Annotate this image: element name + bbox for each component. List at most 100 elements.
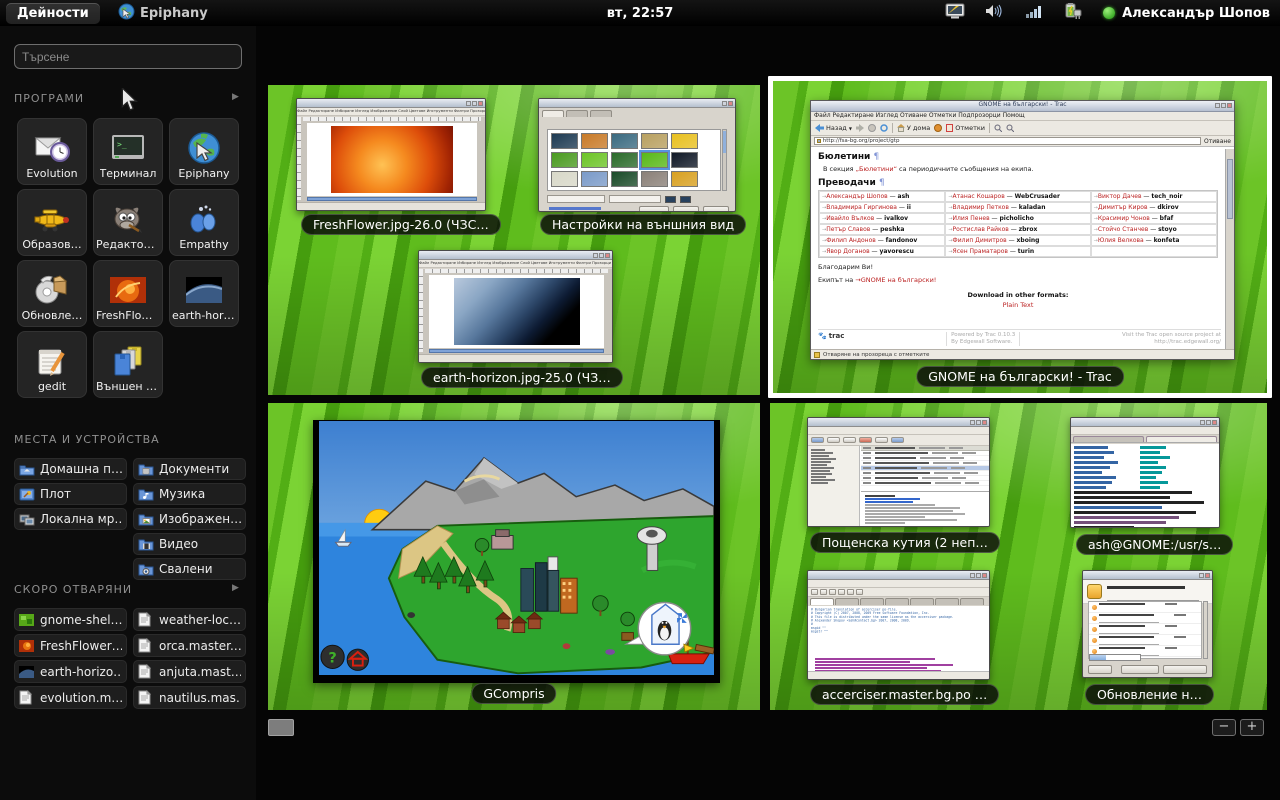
- place-item[interactable]: Свалени: [133, 558, 246, 580]
- help-button[interactable]: [1088, 665, 1112, 674]
- update-row[interactable]: [1089, 624, 1201, 635]
- install-updates-button[interactable]: [1163, 665, 1207, 674]
- updates-list[interactable]: [1088, 601, 1202, 659]
- wallpaper-thumbnail[interactable]: [611, 133, 638, 149]
- translator-name-link[interactable]: Владимир Петков: [953, 204, 1009, 211]
- place-item[interactable]: Изображен…: [133, 508, 246, 530]
- recent-item[interactable]: orca.master.…: [133, 634, 246, 657]
- wallpaper-thumbnail[interactable]: [551, 190, 578, 191]
- update-row[interactable]: [1089, 613, 1201, 624]
- home-button[interactable]: У дома: [897, 124, 930, 132]
- window-evolution-inbox[interactable]: [807, 417, 990, 527]
- workspace-2-active[interactable]: GNOME на български! - Trac Файл Редактир…: [768, 76, 1272, 398]
- translator-name-link[interactable]: Виктор Дачев: [1098, 193, 1142, 200]
- window-label-earth-horizon[interactable]: earth-horizon.jpg-25.0 (ЧЗ…: [421, 367, 623, 388]
- translator-name-link[interactable]: Филип Андонов: [826, 237, 876, 244]
- wallpaper-thumbnail[interactable]: [671, 152, 698, 168]
- message-preview-pane[interactable]: [861, 491, 989, 526]
- recent-item[interactable]: evolution.m…: [14, 686, 127, 709]
- scrollbar[interactable]: [1203, 601, 1208, 659]
- translator-name-link[interactable]: Стойчо Станчев: [1098, 226, 1148, 233]
- back-button[interactable]: Назад▼: [815, 124, 852, 132]
- workspace-indicator[interactable]: [268, 719, 294, 736]
- edgewall-link[interactable]: http://trac.edgewall.org/: [1154, 339, 1221, 345]
- wallpaper-thumbnail[interactable]: [641, 152, 668, 168]
- translator-name-link[interactable]: Ясен Праматаров: [953, 248, 1008, 255]
- translator-name-link[interactable]: Атанас Кошаров: [953, 193, 1005, 200]
- app-tile-терминал[interactable]: >_Терминал: [93, 118, 163, 185]
- update-row[interactable]: [1089, 602, 1201, 613]
- remove-button[interactable]: [673, 206, 699, 212]
- translator-name-link[interactable]: Филип Димитров: [953, 237, 1007, 244]
- clock[interactable]: вт, 22:57: [607, 6, 674, 21]
- terminal-output[interactable]: [1071, 444, 1219, 527]
- window-label-mail[interactable]: Пощенска кутия (2 неп…: [810, 532, 1000, 553]
- user-menu[interactable]: Александър Шопов: [1103, 6, 1270, 21]
- window-gedit-accerciser-po[interactable]: # Bulgarian translation of accerciser po…: [807, 570, 990, 680]
- app-tile-външен-в-[interactable]: Външен в…: [93, 331, 163, 398]
- wallpaper-thumbnail[interactable]: [641, 133, 668, 149]
- app-tile-epiphany[interactable]: Epiphany: [169, 118, 239, 185]
- color-swatch[interactable]: [680, 196, 691, 203]
- zoom-in-icon[interactable]: [994, 124, 1002, 132]
- update-row[interactable]: [1089, 635, 1201, 646]
- wallpaper-thumbnail[interactable]: [611, 152, 638, 168]
- window-appearance-preferences[interactable]: [538, 98, 736, 212]
- add-button[interactable]: [703, 206, 729, 212]
- window-label-appearance[interactable]: Настройки на външния вид: [540, 214, 746, 235]
- window-terminal[interactable]: [1070, 417, 1220, 528]
- reload-button[interactable]: [880, 124, 888, 132]
- app-tile-evolution[interactable]: Evolution: [17, 118, 87, 185]
- translator-name-link[interactable]: Ростислав Райков: [953, 226, 1009, 233]
- app-tile-обновле-[interactable]: Обновле…: [17, 260, 87, 327]
- volume-icon[interactable]: [985, 3, 1005, 23]
- window-label-trac[interactable]: GNOME на български! - Trac: [916, 366, 1124, 387]
- recent-item[interactable]: gnome-shel…: [14, 608, 127, 631]
- place-item[interactable]: Документи: [133, 458, 246, 480]
- translator-name-link[interactable]: Димитър Киров: [1098, 204, 1148, 211]
- scrollbar[interactable]: [722, 129, 727, 191]
- window-software-updates[interactable]: [1082, 570, 1213, 678]
- scrollbar[interactable]: [1225, 149, 1234, 349]
- history-button[interactable]: [934, 124, 942, 132]
- recent-item[interactable]: anjuta.mast…: [133, 660, 246, 683]
- recent-expander-icon[interactable]: ▶: [232, 583, 239, 593]
- translator-name-link[interactable]: Владимира Гиргинова: [826, 204, 897, 211]
- bookmarks-button[interactable]: Отметки: [946, 124, 985, 132]
- wallpaper-thumbnail[interactable]: [581, 133, 608, 149]
- place-item[interactable]: Музика: [133, 483, 246, 505]
- translator-name-link[interactable]: Илия Пенев: [953, 215, 990, 222]
- scrollbar[interactable]: [429, 349, 604, 353]
- go-button[interactable]: Отиване: [1204, 138, 1231, 145]
- app-tile-образов-[interactable]: Образов…: [17, 189, 87, 256]
- message-list[interactable]: [861, 446, 989, 490]
- bulletins-link[interactable]: „Бюлетини“: [856, 165, 897, 173]
- wallpaper-thumbnails-grid[interactable]: [547, 129, 721, 191]
- mail-folder-pane[interactable]: [808, 446, 860, 526]
- activities-button[interactable]: Дейности: [6, 3, 100, 24]
- workspace-4[interactable]: # Bulgarian translation of accerciser po…: [770, 403, 1267, 710]
- wallpaper-thumbnail[interactable]: [551, 152, 578, 168]
- wallpaper-thumbnail[interactable]: [671, 171, 698, 187]
- style-dropdown[interactable]: [547, 195, 605, 203]
- window-gimp-earth-horizon[interactable]: Файл Редактиране Избиране Изглед Изображ…: [418, 250, 613, 363]
- translator-name-link[interactable]: Красимир Чонов: [1098, 215, 1150, 222]
- recent-item[interactable]: earth-horizo…: [14, 660, 127, 683]
- anchor-pilcrow[interactable]: ¶: [879, 178, 885, 188]
- recent-item[interactable]: FreshFlower…: [14, 634, 127, 657]
- browser-menubar[interactable]: Файл Редактиране Изглед Отиване Отметки …: [811, 112, 1234, 121]
- network-signal-icon[interactable]: [1025, 4, 1043, 23]
- url-input[interactable]: http://fsa-bg.org/project/gtp: [814, 137, 1201, 145]
- window-label-gcompris[interactable]: GCompris: [471, 683, 556, 704]
- message-row[interactable]: [861, 481, 989, 486]
- window-label-terminal[interactable]: ash@GNOME:/usr/s…: [1076, 534, 1233, 555]
- window-gcompris[interactable]: ?: [313, 420, 720, 683]
- check-button[interactable]: [1121, 665, 1159, 674]
- restore-button[interactable]: [639, 206, 669, 212]
- window-label-updates[interactable]: Обновление н…: [1085, 684, 1214, 705]
- trac-logo[interactable]: 🐾trac: [818, 332, 844, 346]
- team-link[interactable]: →GNOME на български!: [855, 276, 936, 284]
- forward-button[interactable]: [856, 124, 864, 132]
- display-icon[interactable]: [945, 3, 965, 24]
- translator-name-link[interactable]: Петър Славов: [826, 226, 870, 233]
